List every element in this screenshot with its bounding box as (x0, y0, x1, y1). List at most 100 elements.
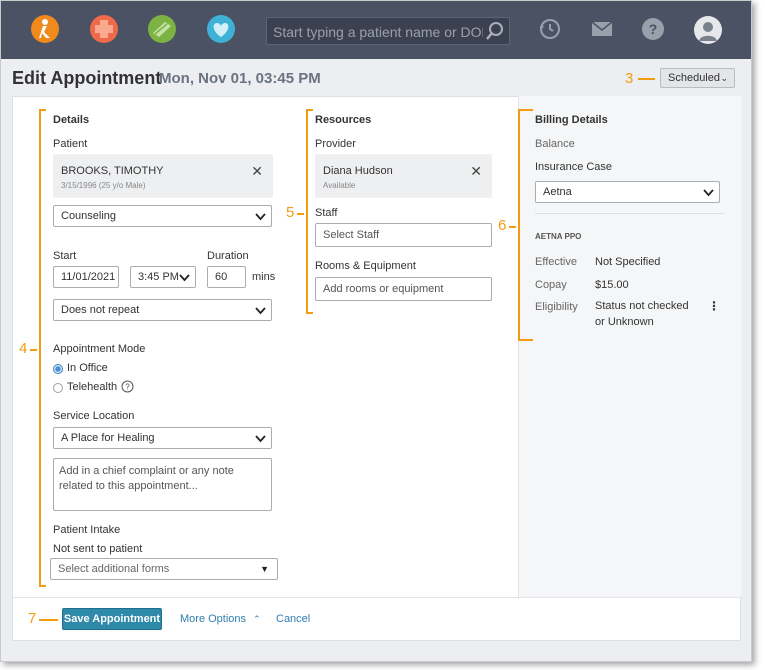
patient-chip[interactable]: BROOKS, TIMOTHY 3/15/1996 (25 y/o Male) … (53, 154, 273, 198)
callout-number-5: 5 (286, 204, 295, 221)
staff-label: Staff (315, 207, 338, 219)
provider-name: Diana Hudson (323, 165, 393, 177)
chevron-down-icon (703, 189, 714, 197)
callout-line-5 (297, 213, 304, 215)
svg-text:?: ? (649, 21, 658, 37)
repeat-select[interactable]: Does not repeat (53, 299, 272, 321)
callout-number-4: 4 (19, 340, 28, 357)
callout-number-3: 3 (625, 70, 634, 87)
title-bar: Edit Appointment Mon, Nov 01, 03:45 PM (1, 59, 751, 95)
service-location-label: Service Location (53, 410, 135, 422)
rooms-input[interactable]: Add rooms or equipment (315, 277, 492, 301)
staff-input[interactable]: Select Staff (315, 223, 492, 247)
app-window: ? Edit Appointment Mon, Nov 01, 03:45 PM… (0, 0, 752, 662)
patient-info: 3/15/1996 (25 y/o Male) (61, 181, 146, 190)
forms-placeholder: Select additional forms (58, 563, 170, 575)
details-heading: Details (53, 114, 90, 126)
in-office-label: In Office (67, 362, 108, 374)
engage-heart-icon[interactable] (206, 14, 236, 44)
status-label: Scheduled (668, 72, 720, 84)
top-nav: ? (1, 1, 751, 59)
caret-down-icon: ▼ (260, 564, 269, 574)
copay-label: Copay (535, 279, 567, 291)
effective-label: Effective (535, 256, 577, 268)
appointment-mode-label: Appointment Mode (53, 343, 146, 355)
patient-search[interactable] (266, 17, 510, 45)
duration-label: Duration (207, 250, 249, 262)
page-title: Edit Appointment (12, 68, 162, 88)
patient-intake-label: Patient Intake (53, 524, 121, 536)
start-time-value: 3:45 PM (138, 271, 179, 283)
provider-status: Available (323, 181, 356, 190)
balance-label: Balance (535, 138, 575, 150)
help-icon[interactable]: ? (641, 17, 665, 41)
effective-value: Not Specified (595, 256, 661, 268)
rooms-label: Rooms & Equipment (315, 260, 416, 272)
chevron-down-icon (255, 307, 266, 315)
appointment-type-value: Counseling (61, 210, 117, 222)
chevron-down-icon (179, 274, 190, 282)
more-options-link[interactable]: More Options ⌃ (180, 613, 261, 625)
resources-heading: Resources (315, 114, 372, 126)
callout-bracket-4 (39, 109, 46, 587)
eligibility-more-icon[interactable]: ⋮ (708, 299, 720, 313)
insurance-case-label: Insurance Case (535, 161, 613, 173)
start-date-input[interactable]: 11/01/2021 (53, 266, 119, 288)
appointment-type-select[interactable]: Counseling (53, 205, 272, 227)
search-input[interactable] (273, 22, 483, 42)
provider-label: Provider (315, 138, 356, 150)
callout-line-7 (39, 619, 58, 621)
remove-patient-icon[interactable]: ✕ (251, 163, 263, 180)
callout-number-7: 7 (28, 610, 37, 627)
more-options-label: More Options (180, 613, 247, 625)
save-appointment-button[interactable]: Save Appointment (62, 608, 162, 630)
insurance-plan: AETNA PPO (535, 232, 582, 241)
repeat-value: Does not repeat (61, 304, 140, 316)
mail-icon[interactable] (590, 17, 614, 41)
patient-label: Patient (53, 138, 88, 150)
provider-chip[interactable]: Diana Hudson Available ✕ (315, 154, 492, 198)
additional-forms-select[interactable]: Select additional forms ▼ (50, 558, 278, 580)
chevron-down-icon: ⌄ (720, 73, 728, 83)
remove-provider-icon[interactable]: ✕ (470, 163, 482, 180)
telehealth-radio[interactable] (53, 383, 63, 393)
appointment-datetime: Mon, Nov 01, 03:45 PM (159, 70, 321, 87)
eligibility-value: Status not checked or Unknown (595, 300, 689, 328)
cancel-link[interactable]: Cancel (276, 613, 310, 625)
status-dropdown[interactable]: Scheduled ⌄ (660, 68, 735, 88)
in-office-radio[interactable] (53, 364, 63, 374)
notes-textarea[interactable]: Add in a chief complaint or any note rel… (53, 458, 272, 511)
chevron-down-icon (255, 435, 266, 443)
eligibility-label: Eligibility (535, 301, 578, 313)
help-icon[interactable]: ? (121, 380, 134, 393)
callout-bracket-5 (306, 109, 313, 314)
chevron-down-icon (255, 213, 266, 221)
start-time-select[interactable]: 3:45 PM (130, 266, 196, 288)
duration-input[interactable]: 60 (207, 266, 246, 288)
start-label: Start (53, 250, 77, 262)
callout-line-6 (509, 226, 516, 228)
patient-name: BROOKS, TIMOTHY (61, 165, 164, 177)
medical-cross-icon[interactable] (89, 14, 119, 44)
service-location-select[interactable]: A Place for Healing (53, 427, 272, 449)
kareo-logo-icon[interactable] (30, 14, 60, 44)
callout-line-4 (30, 349, 37, 351)
callout-line-3 (638, 78, 655, 80)
billing-divider (535, 213, 724, 214)
copay-value: $15.00 (595, 279, 629, 291)
history-icon[interactable] (538, 17, 562, 41)
footer-divider (12, 597, 741, 598)
billing-icon[interactable] (147, 14, 177, 44)
service-location-value: A Place for Healing (61, 432, 155, 444)
insurance-case-value: Aetna (543, 186, 572, 198)
intake-status: Not sent to patient (53, 543, 143, 555)
callout-bracket-6 (518, 109, 533, 341)
svg-text:?: ? (125, 383, 130, 392)
chevron-up-icon: ⌃ (253, 614, 261, 624)
callout-number-6: 6 (498, 217, 507, 234)
billing-heading: Billing Details (535, 114, 608, 126)
insurance-case-select[interactable]: Aetna (535, 181, 720, 203)
telehealth-label: Telehealth (67, 381, 118, 393)
search-icon[interactable] (485, 21, 505, 41)
avatar-icon[interactable] (693, 15, 723, 45)
